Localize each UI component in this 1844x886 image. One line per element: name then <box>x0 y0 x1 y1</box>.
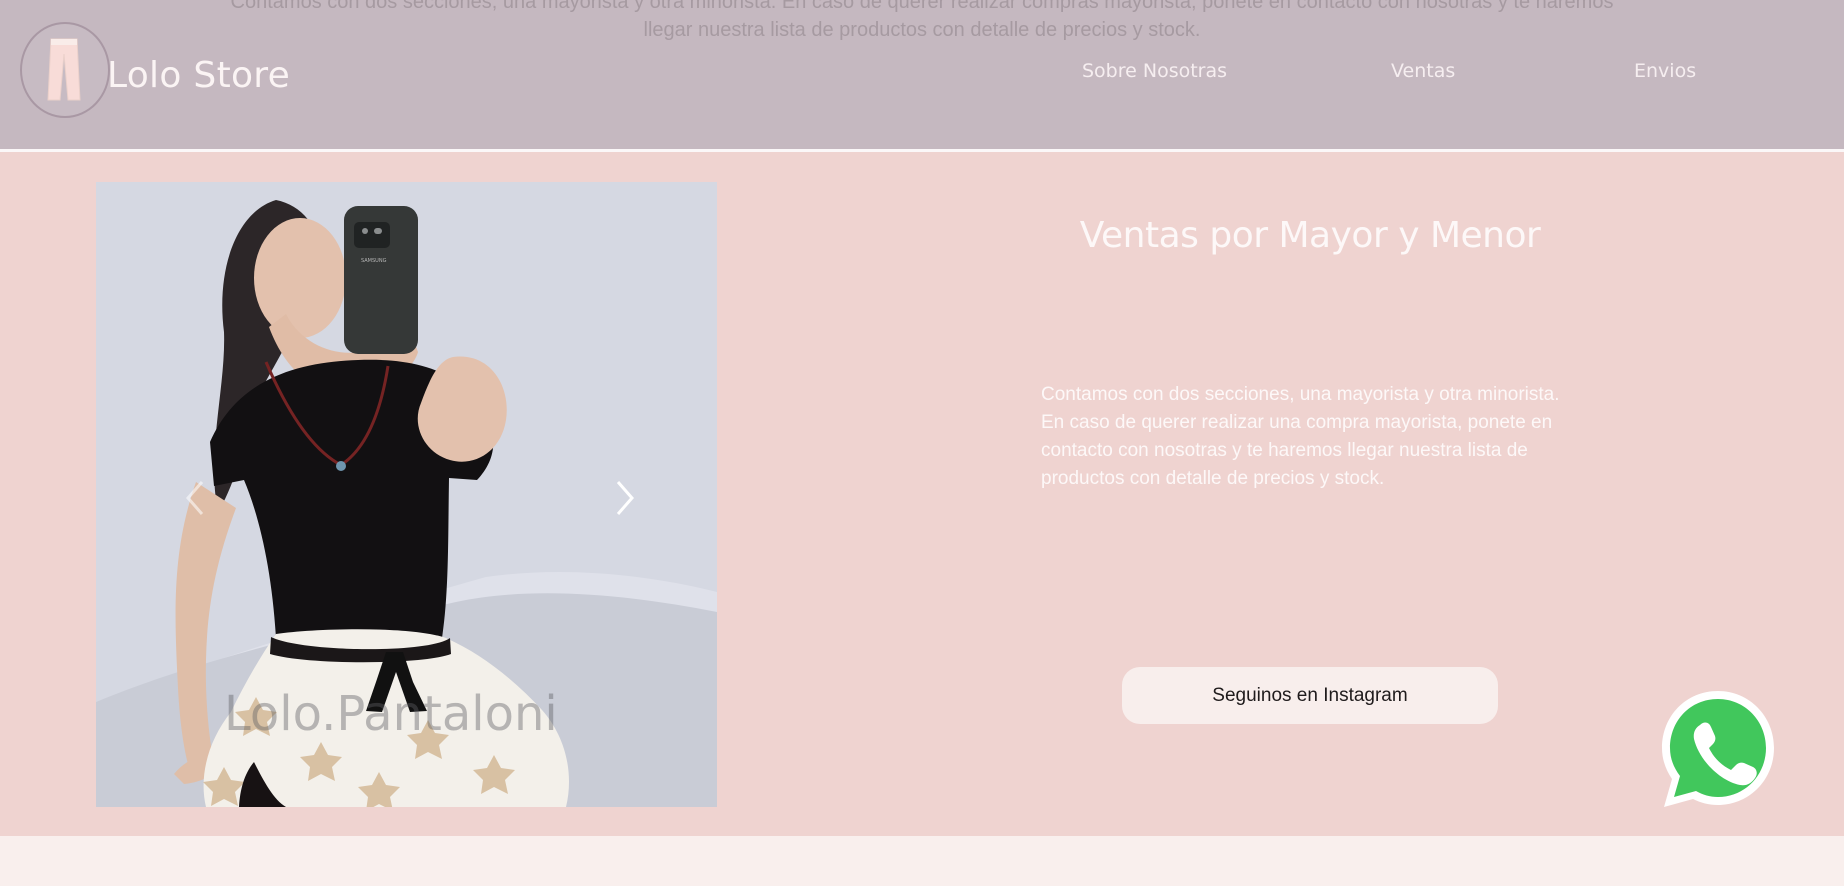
header-background-copy-line-2: llegar nuestra lista de productos con de… <box>643 19 1201 41</box>
site-title[interactable]: Lolo Store <box>107 50 290 102</box>
whatsapp-button[interactable] <box>1656 687 1780 811</box>
nav-about[interactable]: Sobre Nosotras <box>1082 60 1227 82</box>
footer-band <box>0 836 1844 886</box>
header-background-copy: Contamos con dos secciones, una mayorist… <box>0 0 1844 44</box>
whatsapp-icon <box>1662 691 1774 807</box>
site-header: Contamos con dos secciones, una mayorist… <box>0 0 1844 149</box>
section-description: Contamos con dos secciones, una mayorist… <box>1041 384 1560 489</box>
carousel-prev-button[interactable] <box>178 474 214 522</box>
instagram-button[interactable]: Seguinos en Instagram <box>1122 667 1498 724</box>
chevron-right-icon <box>616 481 634 515</box>
product-carousel[interactable]: SAMSUNG Lolo.Pantaloni <box>96 182 717 807</box>
nav-shipping[interactable]: Envios <box>1634 60 1696 82</box>
section-title: Ventas por Mayor y Menor <box>1079 215 1541 256</box>
pants-icon <box>47 38 81 101</box>
phone-brand-text: SAMSUNG <box>361 258 387 264</box>
carousel-watermark: Lolo.Pantaloni <box>224 686 558 742</box>
header-background-copy-line-1: Contamos con dos secciones, una mayorist… <box>230 0 1614 13</box>
carousel-next-button[interactable] <box>606 474 642 522</box>
nav-sales[interactable]: Ventas <box>1391 60 1455 82</box>
chevron-left-icon <box>186 481 204 515</box>
sales-section: SAMSUNG Lolo.Pantaloni Ventas por Mayor … <box>0 152 1844 836</box>
brand-logo[interactable] <box>20 22 110 118</box>
